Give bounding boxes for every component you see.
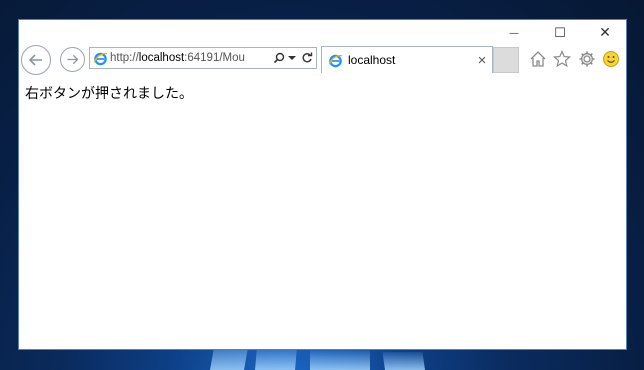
page-content: 右ボタンが押されました。 xyxy=(19,77,626,349)
tab-title: localhost xyxy=(348,53,396,67)
minimize-icon: — xyxy=(509,27,519,39)
close-window-button[interactable]: ✕ xyxy=(582,20,628,46)
ie-logo-icon xyxy=(93,52,108,65)
forward-button[interactable] xyxy=(60,47,85,72)
address-bar[interactable]: http://localhost:64191/Mou xyxy=(89,47,317,69)
url-prefix: http:// xyxy=(110,52,139,64)
title-bar: — ☐ ✕ xyxy=(19,20,626,46)
address-url: http://localhost:64191/Mou xyxy=(108,52,272,64)
smiley-icon xyxy=(603,51,619,67)
search-icon[interactable] xyxy=(272,52,286,64)
home-button[interactable] xyxy=(528,49,548,69)
navigation-bar: http://localhost:64191/Mou localhost × xyxy=(19,45,626,76)
desktop-light-beam xyxy=(382,352,425,370)
star-icon xyxy=(553,50,571,68)
chevron-down-icon[interactable] xyxy=(286,55,298,61)
ie-tab-icon xyxy=(328,54,343,67)
gear-icon xyxy=(579,51,595,67)
home-icon xyxy=(530,51,546,67)
feedback-button[interactable] xyxy=(601,49,621,69)
url-host: localhost xyxy=(138,52,185,64)
refresh-icon[interactable] xyxy=(298,52,316,64)
back-button[interactable] xyxy=(21,45,51,75)
browser-window: — ☐ ✕ http://localhost:64191/Mou localho… xyxy=(18,19,627,350)
favorites-button[interactable] xyxy=(552,49,572,69)
minimize-button[interactable]: — xyxy=(491,20,537,46)
new-tab-button[interactable] xyxy=(493,47,519,73)
maximize-button[interactable]: ☐ xyxy=(537,20,583,46)
back-arrow-icon xyxy=(28,54,42,66)
page-message: 右ボタンが押されました。 xyxy=(25,86,193,102)
tab-localhost[interactable]: localhost × xyxy=(321,46,493,73)
tab-close-icon[interactable]: × xyxy=(472,52,492,69)
maximize-icon: ☐ xyxy=(554,25,566,41)
settings-button[interactable] xyxy=(577,49,597,69)
desktop-light-beam xyxy=(310,350,370,370)
forward-arrow-icon xyxy=(67,54,79,65)
close-icon: ✕ xyxy=(599,25,611,41)
url-rest: :64191/Mou xyxy=(184,52,245,64)
